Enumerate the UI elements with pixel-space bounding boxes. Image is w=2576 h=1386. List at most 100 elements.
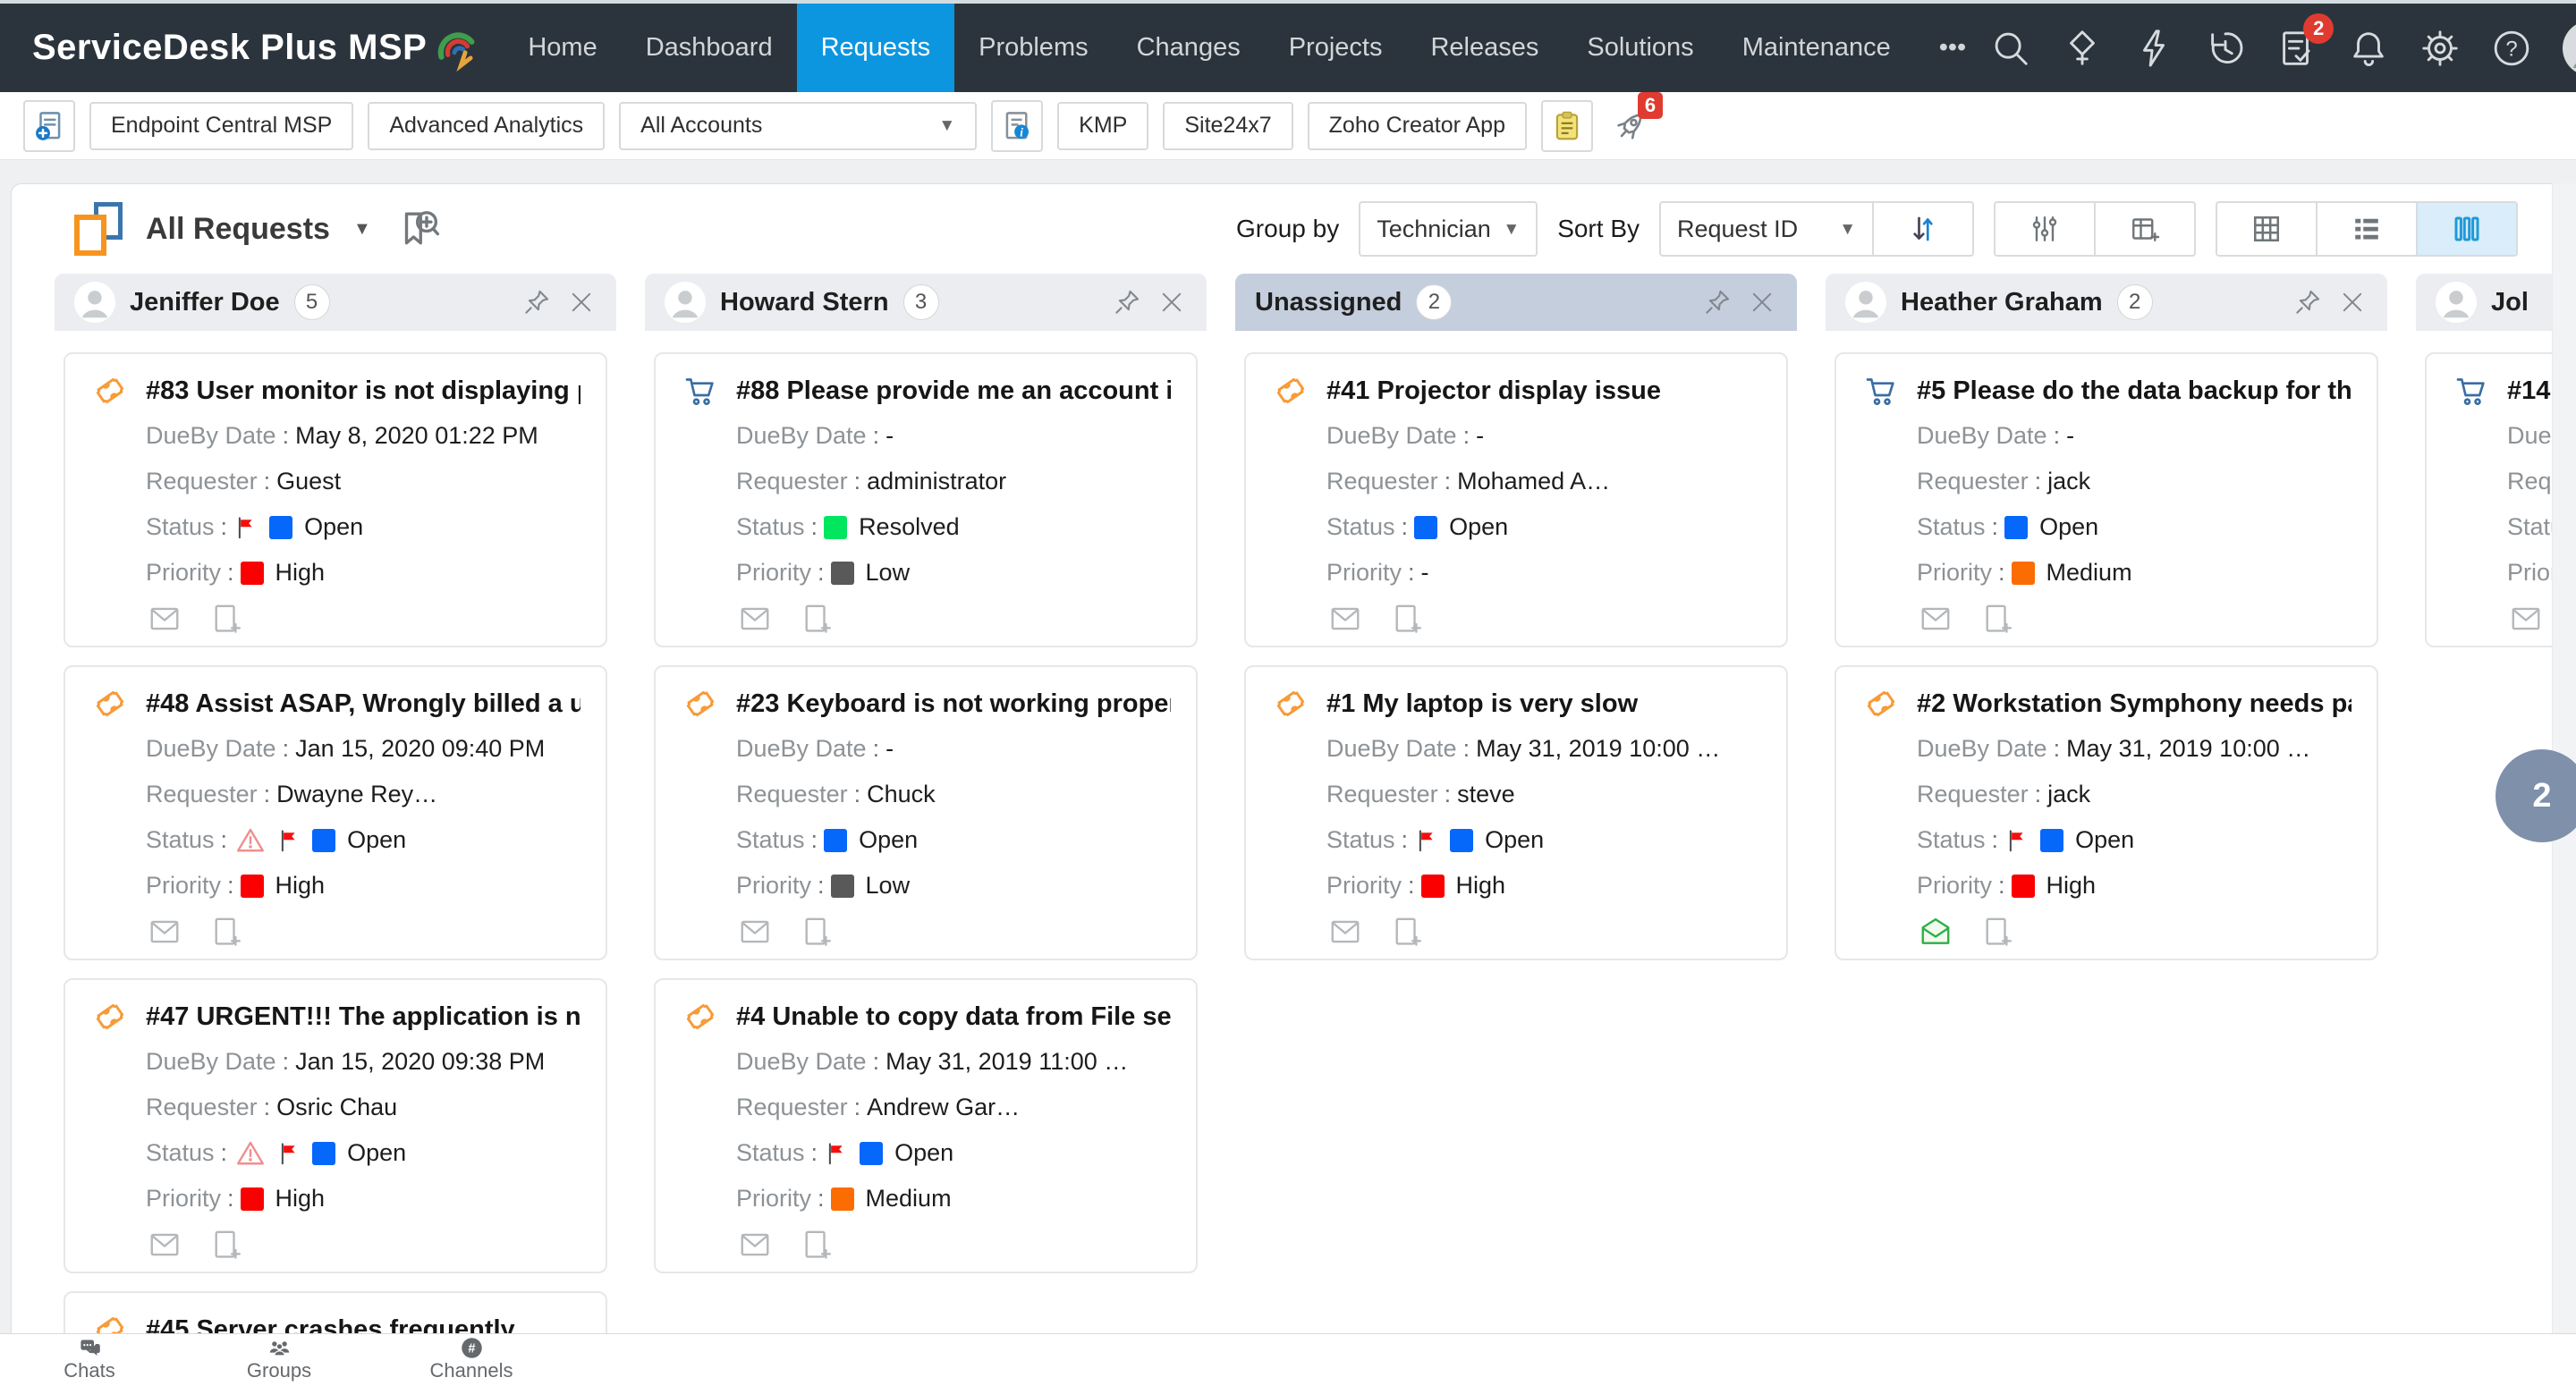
kanban-view-icon[interactable] bbox=[2416, 203, 2516, 255]
sort-direction-icon[interactable] bbox=[1872, 203, 1972, 255]
request-title[interactable]: #83 User monitor is not displaying prope… bbox=[146, 376, 580, 406]
add-note-icon[interactable] bbox=[207, 915, 244, 949]
pin-column-icon[interactable] bbox=[1112, 287, 1142, 317]
list-view-icon[interactable] bbox=[2316, 203, 2416, 255]
request-title[interactable]: #47 URGENT!!! The application is not sta… bbox=[146, 1002, 580, 1032]
add-note-icon[interactable] bbox=[797, 915, 835, 949]
view-title-caret-icon[interactable]: ▼ bbox=[353, 219, 371, 240]
history-icon[interactable] bbox=[2205, 28, 2246, 69]
request-title[interactable]: #5 Please do the data backup for the spe… bbox=[1917, 376, 2351, 406]
whats-new-rocket-icon[interactable]: 6 bbox=[1607, 91, 1663, 149]
send-mail-icon[interactable] bbox=[146, 602, 183, 636]
add-note-icon[interactable] bbox=[1387, 915, 1425, 949]
view-title[interactable]: All Requests bbox=[146, 212, 330, 247]
add-column-icon[interactable] bbox=[2094, 203, 2194, 255]
filter-sliders-icon[interactable] bbox=[1996, 203, 2094, 255]
dock-item-groups[interactable]: Groups bbox=[225, 1336, 333, 1382]
dock-item-chats[interactable]: Chats bbox=[36, 1336, 143, 1382]
nav-item-releases[interactable]: Releases bbox=[1406, 4, 1563, 92]
approvals-tasks-icon[interactable]: 2 bbox=[2276, 13, 2334, 69]
zoho-creator-button[interactable]: Zoho Creator App bbox=[1307, 101, 1527, 150]
nav-item-solutions[interactable]: Solutions bbox=[1563, 4, 1717, 92]
request-title[interactable]: #88 Please provide me an account in our … bbox=[736, 376, 1171, 406]
nav-item-more[interactable]: ••• bbox=[1915, 4, 1990, 92]
request-title[interactable]: #4 Unable to copy data from File server bbox=[736, 1002, 1171, 1032]
zia-lightning-icon[interactable] bbox=[2133, 28, 2174, 69]
priority-value: High bbox=[2046, 872, 2097, 899]
pin-column-icon[interactable] bbox=[521, 287, 552, 317]
request-card[interactable]: #2 Workstation Symphony needs patch u… D… bbox=[1835, 665, 2378, 960]
request-title[interactable]: #23 Keyboard is not working properly bbox=[736, 689, 1171, 719]
kanban-column-header[interactable]: Jeniffer Doe 5 bbox=[55, 274, 616, 331]
send-mail-icon[interactable] bbox=[736, 1228, 774, 1262]
send-mail-icon[interactable] bbox=[146, 1228, 183, 1262]
nav-item-changes[interactable]: Changes bbox=[1113, 4, 1265, 92]
nav-item-projects[interactable]: Projects bbox=[1265, 4, 1407, 92]
site24x7-button[interactable]: Site24x7 bbox=[1163, 101, 1293, 150]
add-note-icon[interactable] bbox=[797, 1228, 835, 1262]
close-column-icon[interactable] bbox=[1157, 287, 1187, 317]
add-note-icon[interactable] bbox=[797, 602, 835, 636]
custom-view-search-icon[interactable] bbox=[394, 205, 443, 253]
close-column-icon[interactable] bbox=[2337, 287, 2368, 317]
request-card[interactable]: #48 Assist ASAP, Wrongly billed a user D… bbox=[64, 665, 607, 960]
app-logo[interactable]: ServiceDesk Plus MSP bbox=[32, 22, 480, 74]
add-note-icon[interactable] bbox=[207, 602, 244, 636]
settings-gear-icon[interactable] bbox=[2419, 28, 2461, 69]
send-mail-icon[interactable] bbox=[1917, 602, 1954, 636]
kanban-column-header[interactable]: Howard Stern 3 bbox=[645, 274, 1207, 331]
send-mail-icon[interactable] bbox=[1326, 602, 1364, 636]
request-title[interactable]: #2 Workstation Symphony needs patch u… bbox=[1917, 689, 2351, 719]
request-title[interactable]: #41 Projector display issue bbox=[1326, 376, 1661, 406]
close-column-icon[interactable] bbox=[1747, 287, 1777, 317]
add-note-icon[interactable] bbox=[1387, 602, 1425, 636]
request-card[interactable]: #4 Unable to copy data from File server … bbox=[654, 978, 1198, 1273]
nav-item-problems[interactable]: Problems bbox=[954, 4, 1113, 92]
request-title[interactable]: #48 Assist ASAP, Wrongly billed a user bbox=[146, 689, 580, 719]
kmp-button[interactable]: KMP bbox=[1057, 101, 1149, 150]
nav-item-dashboard[interactable]: Dashboard bbox=[622, 4, 797, 92]
nav-item-requests[interactable]: Requests bbox=[796, 4, 955, 92]
accounts-dropdown[interactable]: All Accounts ▼ bbox=[619, 101, 978, 150]
nav-item-maintenance[interactable]: Maintenance bbox=[1718, 4, 1915, 92]
add-request-template-icon[interactable] bbox=[23, 99, 75, 152]
pin-column-icon[interactable] bbox=[2292, 287, 2323, 317]
dock-item-channels[interactable]: # Channels bbox=[418, 1336, 525, 1382]
send-mail-icon[interactable] bbox=[2507, 602, 2545, 636]
request-title[interactable]: #1 My laptop is very slow bbox=[1326, 689, 1638, 719]
account-info-icon[interactable]: i bbox=[991, 99, 1044, 152]
advanced-analytics-button[interactable]: Advanced Analytics bbox=[368, 101, 606, 150]
pin-column-icon[interactable] bbox=[1702, 287, 1733, 317]
grid-view-icon[interactable] bbox=[2217, 203, 2316, 255]
request-card[interactable]: #1 My laptop is very slow DueBy Date: May… bbox=[1244, 665, 1788, 960]
release-notes-clipboard-icon[interactable] bbox=[1540, 99, 1593, 152]
add-note-icon[interactable] bbox=[207, 1228, 244, 1262]
send-mail-icon[interactable] bbox=[1917, 915, 1954, 949]
nav-item-home[interactable]: Home bbox=[504, 4, 621, 92]
request-card[interactable]: #83 User monitor is not displaying prope… bbox=[64, 352, 607, 647]
send-mail-icon[interactable] bbox=[736, 602, 774, 636]
send-mail-icon[interactable] bbox=[1326, 915, 1364, 949]
close-column-icon[interactable] bbox=[566, 287, 597, 317]
search-icon[interactable] bbox=[1990, 28, 2031, 69]
send-mail-icon[interactable] bbox=[146, 915, 183, 949]
request-card[interactable]: #14 P DueBy Date: Requester: Status: Pri… bbox=[2425, 352, 2564, 647]
request-card[interactable]: #47 URGENT!!! The application is not sta… bbox=[64, 978, 607, 1273]
notifications-bell-icon[interactable] bbox=[2348, 28, 2389, 69]
kanban-column-header[interactable]: Heather Graham 2 bbox=[1826, 274, 2387, 331]
request-card[interactable]: #41 Projector display issue DueBy Date: -… bbox=[1244, 352, 1788, 647]
kanban-column-header[interactable]: Unassigned 2 bbox=[1235, 274, 1797, 331]
add-note-icon[interactable] bbox=[1978, 915, 2015, 949]
user-avatar[interactable] bbox=[2563, 20, 2576, 76]
sort-by-dropdown[interactable]: Request ID ▼ bbox=[1661, 203, 1872, 255]
request-card[interactable]: #23 Keyboard is not working properly Due… bbox=[654, 665, 1198, 960]
quick-create-icon[interactable] bbox=[2062, 28, 2103, 69]
add-note-icon[interactable] bbox=[1978, 602, 2015, 636]
kanban-column-header[interactable]: Jol bbox=[2416, 274, 2564, 331]
request-card[interactable]: #5 Please do the data backup for the spe… bbox=[1835, 352, 2378, 647]
group-by-dropdown[interactable]: Technician ▼ bbox=[1359, 201, 1538, 257]
request-card[interactable]: #88 Please provide me an account in our … bbox=[654, 352, 1198, 647]
help-icon[interactable]: ? bbox=[2491, 28, 2532, 69]
endpoint-central-button[interactable]: Endpoint Central MSP bbox=[89, 101, 354, 150]
send-mail-icon[interactable] bbox=[736, 915, 774, 949]
